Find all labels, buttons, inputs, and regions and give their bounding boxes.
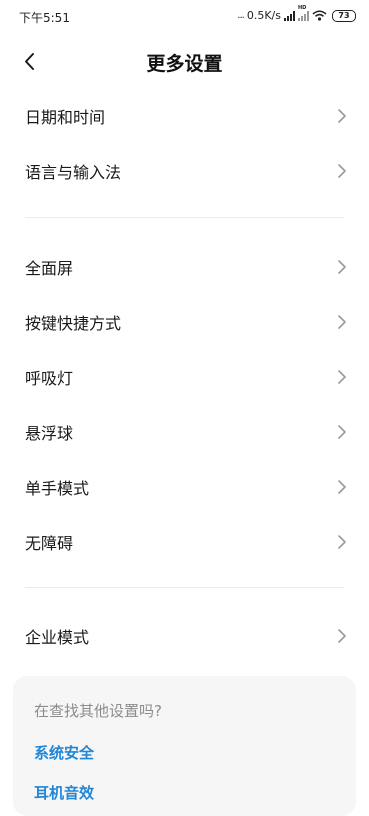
chevron-right-icon — [338, 314, 346, 329]
settings-group-2: 全面屏 按键快捷方式 呼吸灯 悬浮球 单手模式 无障碍 — [0, 239, 369, 569]
setting-notification-light[interactable]: 呼吸灯 — [0, 349, 369, 404]
setting-label: 全面屏 — [25, 258, 74, 278]
setting-enterprise-mode[interactable]: 企业模式 — [0, 608, 369, 663]
setting-floating-ball[interactable]: 悬浮球 — [0, 404, 369, 459]
setting-label: 按键快捷方式 — [25, 313, 122, 333]
hd-label: HD — [298, 4, 307, 11]
suggestion-link-system-security[interactable]: 系统安全 — [34, 742, 94, 763]
signal-icon — [284, 10, 295, 21]
chevron-right-icon — [338, 424, 346, 439]
setting-label: 日期和时间 — [25, 107, 106, 127]
chevron-right-icon — [338, 628, 346, 643]
chevron-right-icon — [338, 479, 346, 494]
chevron-right-icon — [338, 369, 346, 384]
battery-icon: 73 — [332, 9, 356, 22]
divider — [25, 587, 344, 588]
chevron-right-icon — [338, 163, 346, 178]
setting-label: 语言与输入法 — [25, 162, 122, 182]
setting-one-handed-mode[interactable]: 单手模式 — [0, 459, 369, 514]
setting-label: 单手模式 — [25, 478, 90, 498]
suggestion-question: 在查找其他设置吗? — [34, 702, 162, 720]
setting-full-screen[interactable]: 全面屏 — [0, 239, 369, 294]
setting-label: 无障碍 — [25, 533, 74, 553]
suggestion-card: 在查找其他设置吗? 系统安全 耳机音效 — [13, 676, 356, 816]
chevron-right-icon — [338, 259, 346, 274]
status-time: 下午5:51 — [19, 11, 70, 25]
setting-date-time[interactable]: 日期和时间 — [0, 88, 369, 143]
page-title: 更多设置 — [146, 53, 223, 75]
setting-label: 企业模式 — [25, 627, 90, 647]
status-icons: ... 0.5K/s HD 73 — [237, 5, 356, 22]
wifi-icon — [312, 10, 327, 21]
status-bar: 下午5:51 ... 0.5K/s HD 73 — [0, 0, 369, 32]
settings-group-3: 企业模式 — [0, 608, 369, 663]
setting-label: 悬浮球 — [25, 423, 74, 443]
setting-label: 呼吸灯 — [25, 368, 74, 388]
settings-group-1: 日期和时间 语言与输入法 — [0, 88, 369, 198]
network-speed: 0.5K/s — [246, 9, 281, 22]
chevron-right-icon — [338, 108, 346, 123]
header: 更多设置 — [0, 40, 369, 82]
setting-language-input[interactable]: 语言与输入法 — [0, 143, 369, 198]
hd-signal-icon: HD — [298, 5, 309, 21]
status-dots: ... — [237, 10, 244, 21]
setting-accessibility[interactable]: 无障碍 — [0, 514, 369, 569]
setting-button-shortcuts[interactable]: 按键快捷方式 — [0, 294, 369, 349]
divider — [25, 217, 344, 218]
chevron-right-icon — [338, 534, 346, 549]
